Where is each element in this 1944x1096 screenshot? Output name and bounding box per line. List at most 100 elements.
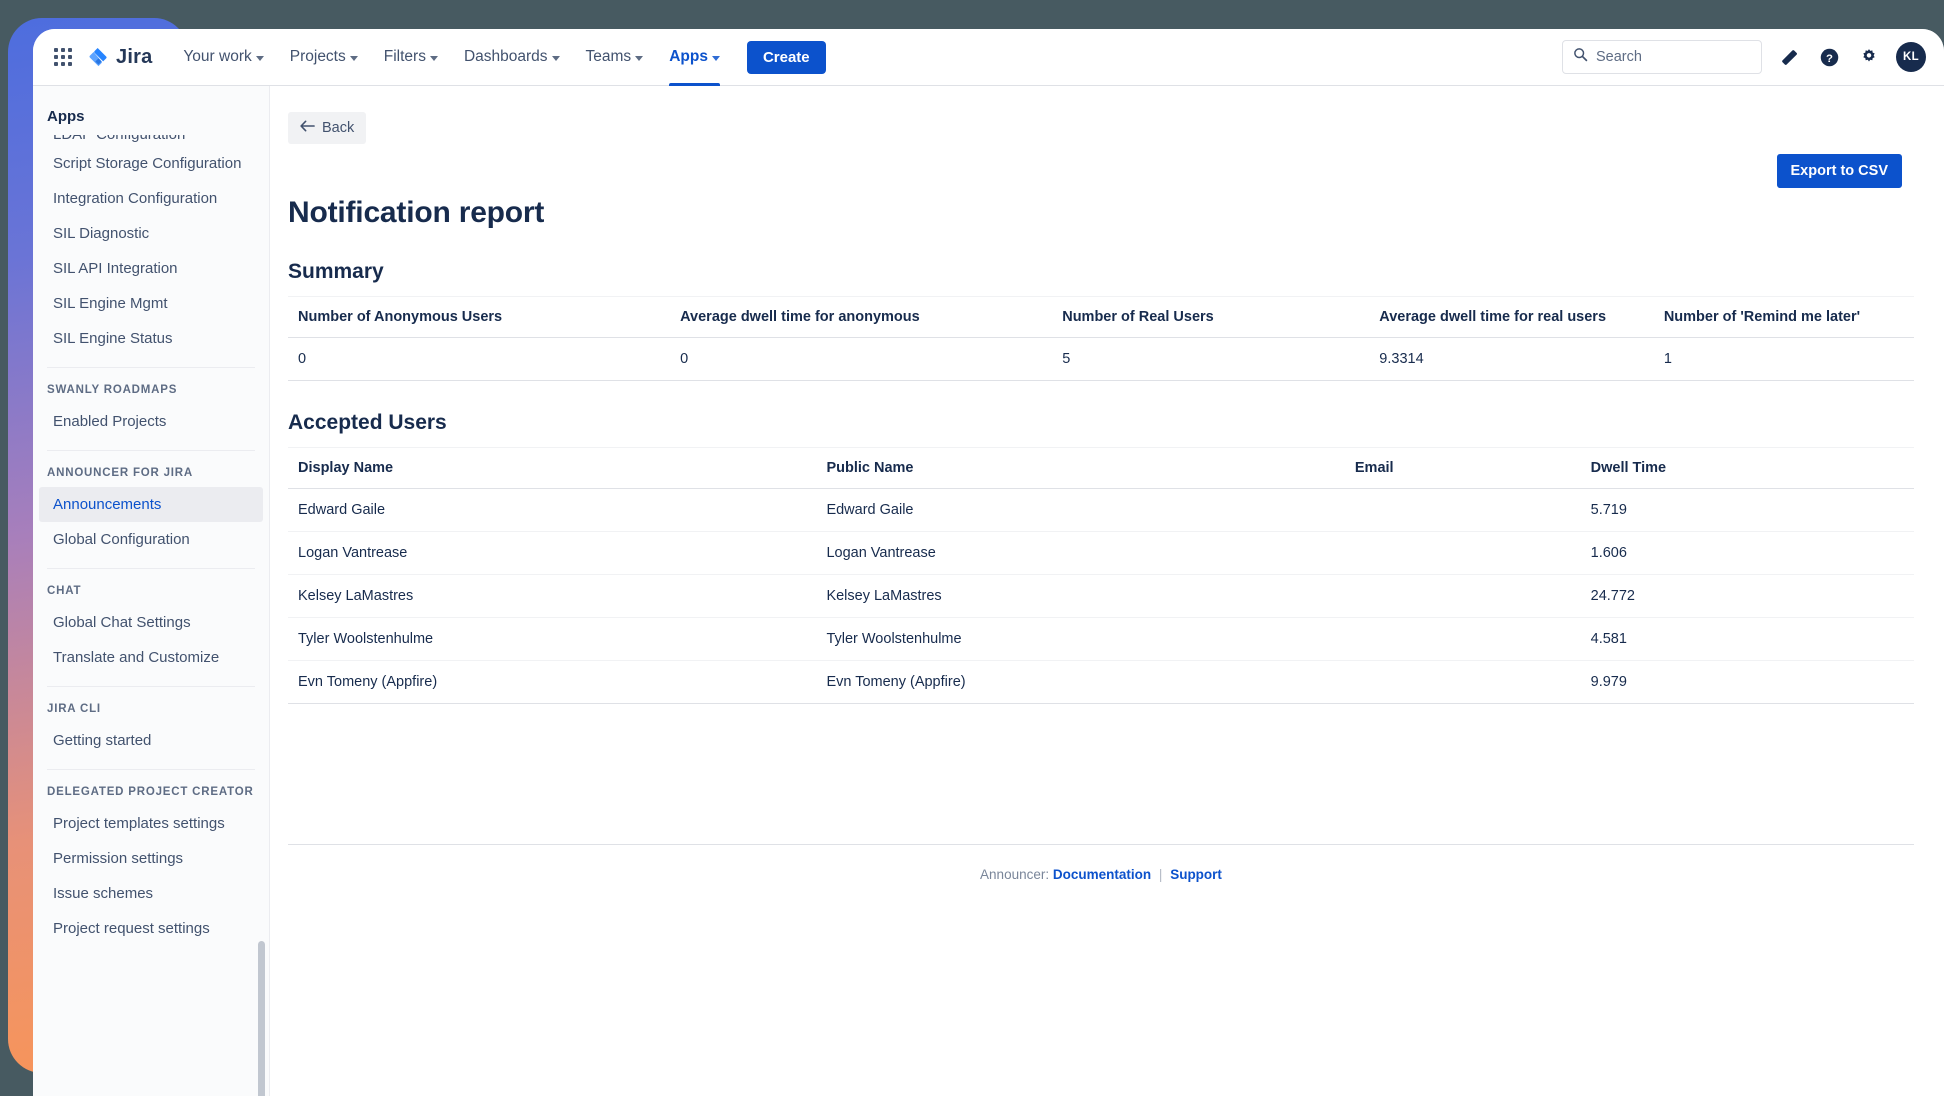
sidebar-group-swanly-roadmaps: SWANLY ROADMAPS Enabled Projects — [33, 368, 269, 439]
app-switcher-button[interactable] — [47, 41, 79, 73]
accepted-users-table: Display Name Public Name Email Dwell Tim… — [288, 447, 1914, 704]
sidebar-item-integration-configuration[interactable]: Integration Configuration — [39, 181, 263, 216]
chevron-down-icon — [551, 55, 560, 61]
sidebar-group-label: SWANLY ROADMAPS — [47, 384, 178, 396]
notifications-icon[interactable] — [1776, 44, 1802, 70]
sidebar-item-sil-diagnostic[interactable]: SIL Diagnostic — [39, 216, 263, 251]
sidebar-item-issue-schemes[interactable]: Issue schemes — [39, 876, 263, 911]
summary-col-remind-me-later: Number of 'Remind me later' — [1653, 296, 1914, 338]
sidebar-scrollbar-thumb[interactable] — [258, 941, 265, 1096]
sidebar-item-enabled-projects[interactable]: Enabled Projects — [39, 404, 263, 439]
content-padding: Back Export to CSV Notification report S… — [270, 86, 1944, 882]
export-to-csv-button[interactable]: Export to CSV — [1776, 154, 1902, 188]
table-row: 0 0 5 9.3314 1 — [288, 337, 1914, 381]
sidebar-group-label: ANNOUNCER FOR JIRA — [47, 467, 194, 479]
sidebar-item-translate-and-customize[interactable]: Translate and Customize — [39, 640, 263, 675]
page-title: Notification report — [288, 196, 545, 229]
cell-display-name: Logan Vantrease — [288, 531, 817, 575]
chevron-down-icon — [429, 55, 438, 61]
cell-email — [1344, 488, 1581, 532]
nav-item-your-work[interactable]: Your work — [170, 29, 276, 86]
app-switcher-icon — [54, 48, 72, 66]
app-window: Jira Your work Projects Filters Dashboar… — [33, 29, 1944, 1096]
chevron-down-icon — [349, 55, 358, 61]
primary-nav: Your work Projects Filters Dashboards Te… — [170, 29, 733, 86]
sidebar-item-sil-api-integration[interactable]: SIL API Integration — [39, 251, 263, 286]
cell-email — [1344, 574, 1581, 618]
sidebar-item-project-templates-settings[interactable]: Project templates settings — [39, 806, 263, 841]
sidebar-group-jira-cli: JIRA CLI Getting started — [33, 687, 269, 758]
search-input[interactable] — [1596, 49, 1751, 65]
create-button[interactable]: Create — [746, 40, 826, 74]
summary-cell-remind-me-later: 1 — [1653, 337, 1914, 381]
sidebar-item-permission-settings[interactable]: Permission settings — [39, 841, 263, 876]
sidebar-group-chat: CHAT Global Chat Settings Translate and … — [33, 569, 269, 675]
nav-label: Dashboards — [463, 48, 548, 65]
summary-col-avg-dwell-anonymous: Average dwell time for anonymous — [670, 296, 1053, 338]
nav-right-group: ? KL — [1562, 40, 1926, 74]
cell-public-name: Tyler Woolstenhulme — [816, 617, 1345, 661]
sidebar-heading: Apps — [47, 108, 85, 125]
nav-label: Your work — [183, 48, 252, 65]
cell-dwell-time: 4.581 — [1580, 617, 1914, 661]
jira-logo-link[interactable]: Jira — [87, 46, 152, 69]
cell-display-name: Edward Gaile — [288, 488, 817, 532]
footer-separator: | — [1158, 867, 1163, 882]
cell-dwell-time: 24.772 — [1580, 574, 1914, 618]
summary-cell-avg-dwell-anonymous: 0 — [670, 337, 1053, 381]
settings-gear-icon[interactable] — [1856, 44, 1882, 70]
sidebar-group-delegated-project-creator: DELEGATED PROJECT CREATOR Project templa… — [33, 770, 269, 946]
summary-cell-avg-dwell-real-users: 9.3314 — [1369, 337, 1654, 381]
jira-wordmark: Jira — [116, 45, 153, 68]
footer-support-link[interactable]: Support — [1170, 867, 1222, 882]
cell-display-name: Evn Tomeny (Appfire) — [288, 660, 817, 704]
sidebar-group-top: LDAP Configuration Script Storage Config… — [33, 135, 269, 356]
chevron-down-icon — [635, 55, 644, 61]
summary-heading: Summary — [288, 260, 384, 283]
cell-public-name: Kelsey LaMastres — [816, 574, 1345, 618]
user-avatar[interactable]: KL — [1896, 42, 1926, 72]
sidebar-item-script-storage-configuration[interactable]: Script Storage Configuration — [39, 146, 263, 181]
sidebar-item-project-request-settings[interactable]: Project request settings — [39, 911, 263, 946]
cell-public-name: Evn Tomeny (Appfire) — [816, 660, 1345, 704]
page-body: Apps LDAP Configuration Script Storage C… — [33, 86, 1944, 1096]
chevron-down-icon — [255, 55, 264, 61]
table-row: Evn Tomeny (Appfire) Evn Tomeny (Appfire… — [288, 660, 1914, 704]
sidebar-item-sil-engine-status[interactable]: SIL Engine Status — [39, 321, 263, 356]
table-row: Logan Vantrease Logan Vantrease 1.606 — [288, 531, 1914, 575]
export-row: Export to CSV — [288, 154, 1914, 188]
accepted-users-heading: Accepted Users — [288, 411, 447, 434]
nav-label: Teams — [585, 48, 632, 65]
nav-item-filters[interactable]: Filters — [371, 29, 451, 86]
sidebar-group-label: JIRA CLI — [47, 703, 101, 715]
cell-display-name: Kelsey LaMastres — [288, 574, 817, 618]
cell-email — [1344, 531, 1581, 575]
sidebar-item-global-configuration[interactable]: Global Configuration — [39, 522, 263, 557]
search-box[interactable] — [1562, 40, 1762, 74]
table-row: Kelsey LaMastres Kelsey LaMastres 24.772 — [288, 574, 1914, 618]
summary-cell-anonymous-users: 0 — [288, 337, 671, 381]
sidebar-item-global-chat-settings[interactable]: Global Chat Settings — [39, 605, 263, 640]
accepted-col-dwell-time: Dwell Time — [1580, 447, 1914, 489]
sidebar-group-label: DELEGATED PROJECT CREATOR — [47, 786, 254, 798]
search-icon — [1573, 47, 1588, 67]
cell-public-name: Edward Gaile — [816, 488, 1345, 532]
sidebar: Apps LDAP Configuration Script Storage C… — [33, 86, 270, 1096]
nav-item-dashboards[interactable]: Dashboards — [451, 29, 573, 86]
sidebar-item-getting-started[interactable]: Getting started — [39, 723, 263, 758]
sidebar-item-announcements[interactable]: Announcements — [39, 487, 263, 522]
sidebar-item-ldap-configuration[interactable]: LDAP Configuration — [39, 135, 263, 146]
help-icon[interactable]: ? — [1816, 44, 1842, 70]
nav-item-apps[interactable]: Apps — [656, 29, 733, 86]
sidebar-item-sil-engine-mgmt[interactable]: SIL Engine Mgmt — [39, 286, 263, 321]
nav-item-projects[interactable]: Projects — [277, 29, 371, 86]
nav-item-teams[interactable]: Teams — [573, 29, 657, 86]
summary-col-anonymous-users: Number of Anonymous Users — [288, 296, 671, 338]
arrow-left-icon — [300, 120, 315, 136]
back-button[interactable]: Back — [288, 112, 367, 144]
footer-documentation-link[interactable]: Documentation — [1053, 867, 1151, 882]
footer: Announcer: Documentation | Support — [288, 845, 1914, 882]
table-header-row: Number of Anonymous Users Average dwell … — [288, 296, 1914, 338]
main-content: Back Export to CSV Notification report S… — [270, 86, 1944, 1096]
accepted-col-public-name: Public Name — [816, 447, 1345, 489]
